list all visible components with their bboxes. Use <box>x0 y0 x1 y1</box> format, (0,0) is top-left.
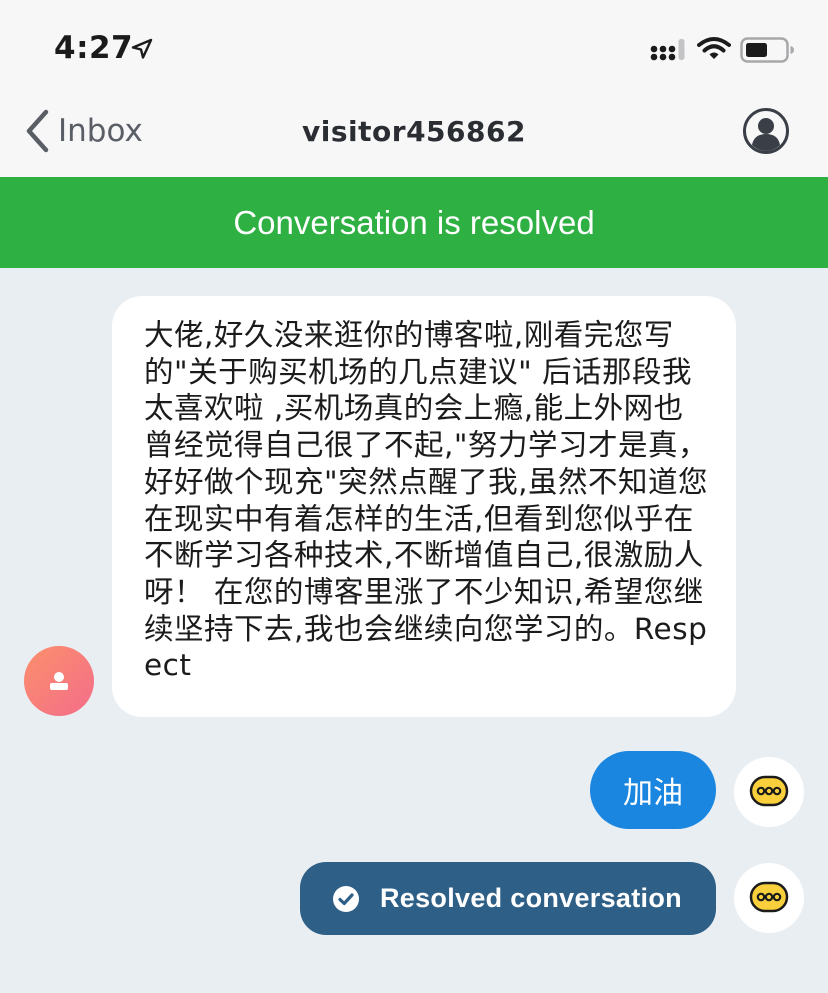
outgoing-message-bubble: 加油 <box>590 751 716 829</box>
incoming-message-bubble: 大佬,好久没来逛你的博客啦,刚看完您写的"关于购买机场的几点建议" 后话那段我太… <box>112 296 736 717</box>
resolved-event-label: Resolved conversation <box>380 883 682 913</box>
agent-avatar-icon <box>734 757 804 827</box>
resolved-conversation-event: Resolved conversation <box>300 862 716 935</box>
visitor-avatar-icon <box>24 646 94 716</box>
check-circle-icon <box>333 885 359 912</box>
resolved-banner: Conversation is resolved <box>0 177 828 268</box>
person-silhouette-icon <box>50 672 68 690</box>
status-bar: 4:27 <box>0 0 828 95</box>
chat-bot-icon <box>749 881 789 913</box>
status-time: 4:27 <box>54 30 134 66</box>
location-arrow-icon <box>131 38 153 59</box>
battery-icon <box>740 37 794 63</box>
incoming-message-text: 大佬,好久没来逛你的博客啦,刚看完您写的"关于购买机场的几点建议" 后话那段我太… <box>144 318 708 683</box>
cellular-signal-icon <box>650 39 685 61</box>
page-title: visitor456862 <box>302 115 526 148</box>
user-profile-icon[interactable] <box>742 107 790 155</box>
wifi-icon <box>697 37 731 59</box>
nav-bar: Inbox visitor456862 <box>0 95 828 177</box>
chat-bot-icon <box>749 775 789 807</box>
agent-avatar-icon <box>734 863 804 933</box>
